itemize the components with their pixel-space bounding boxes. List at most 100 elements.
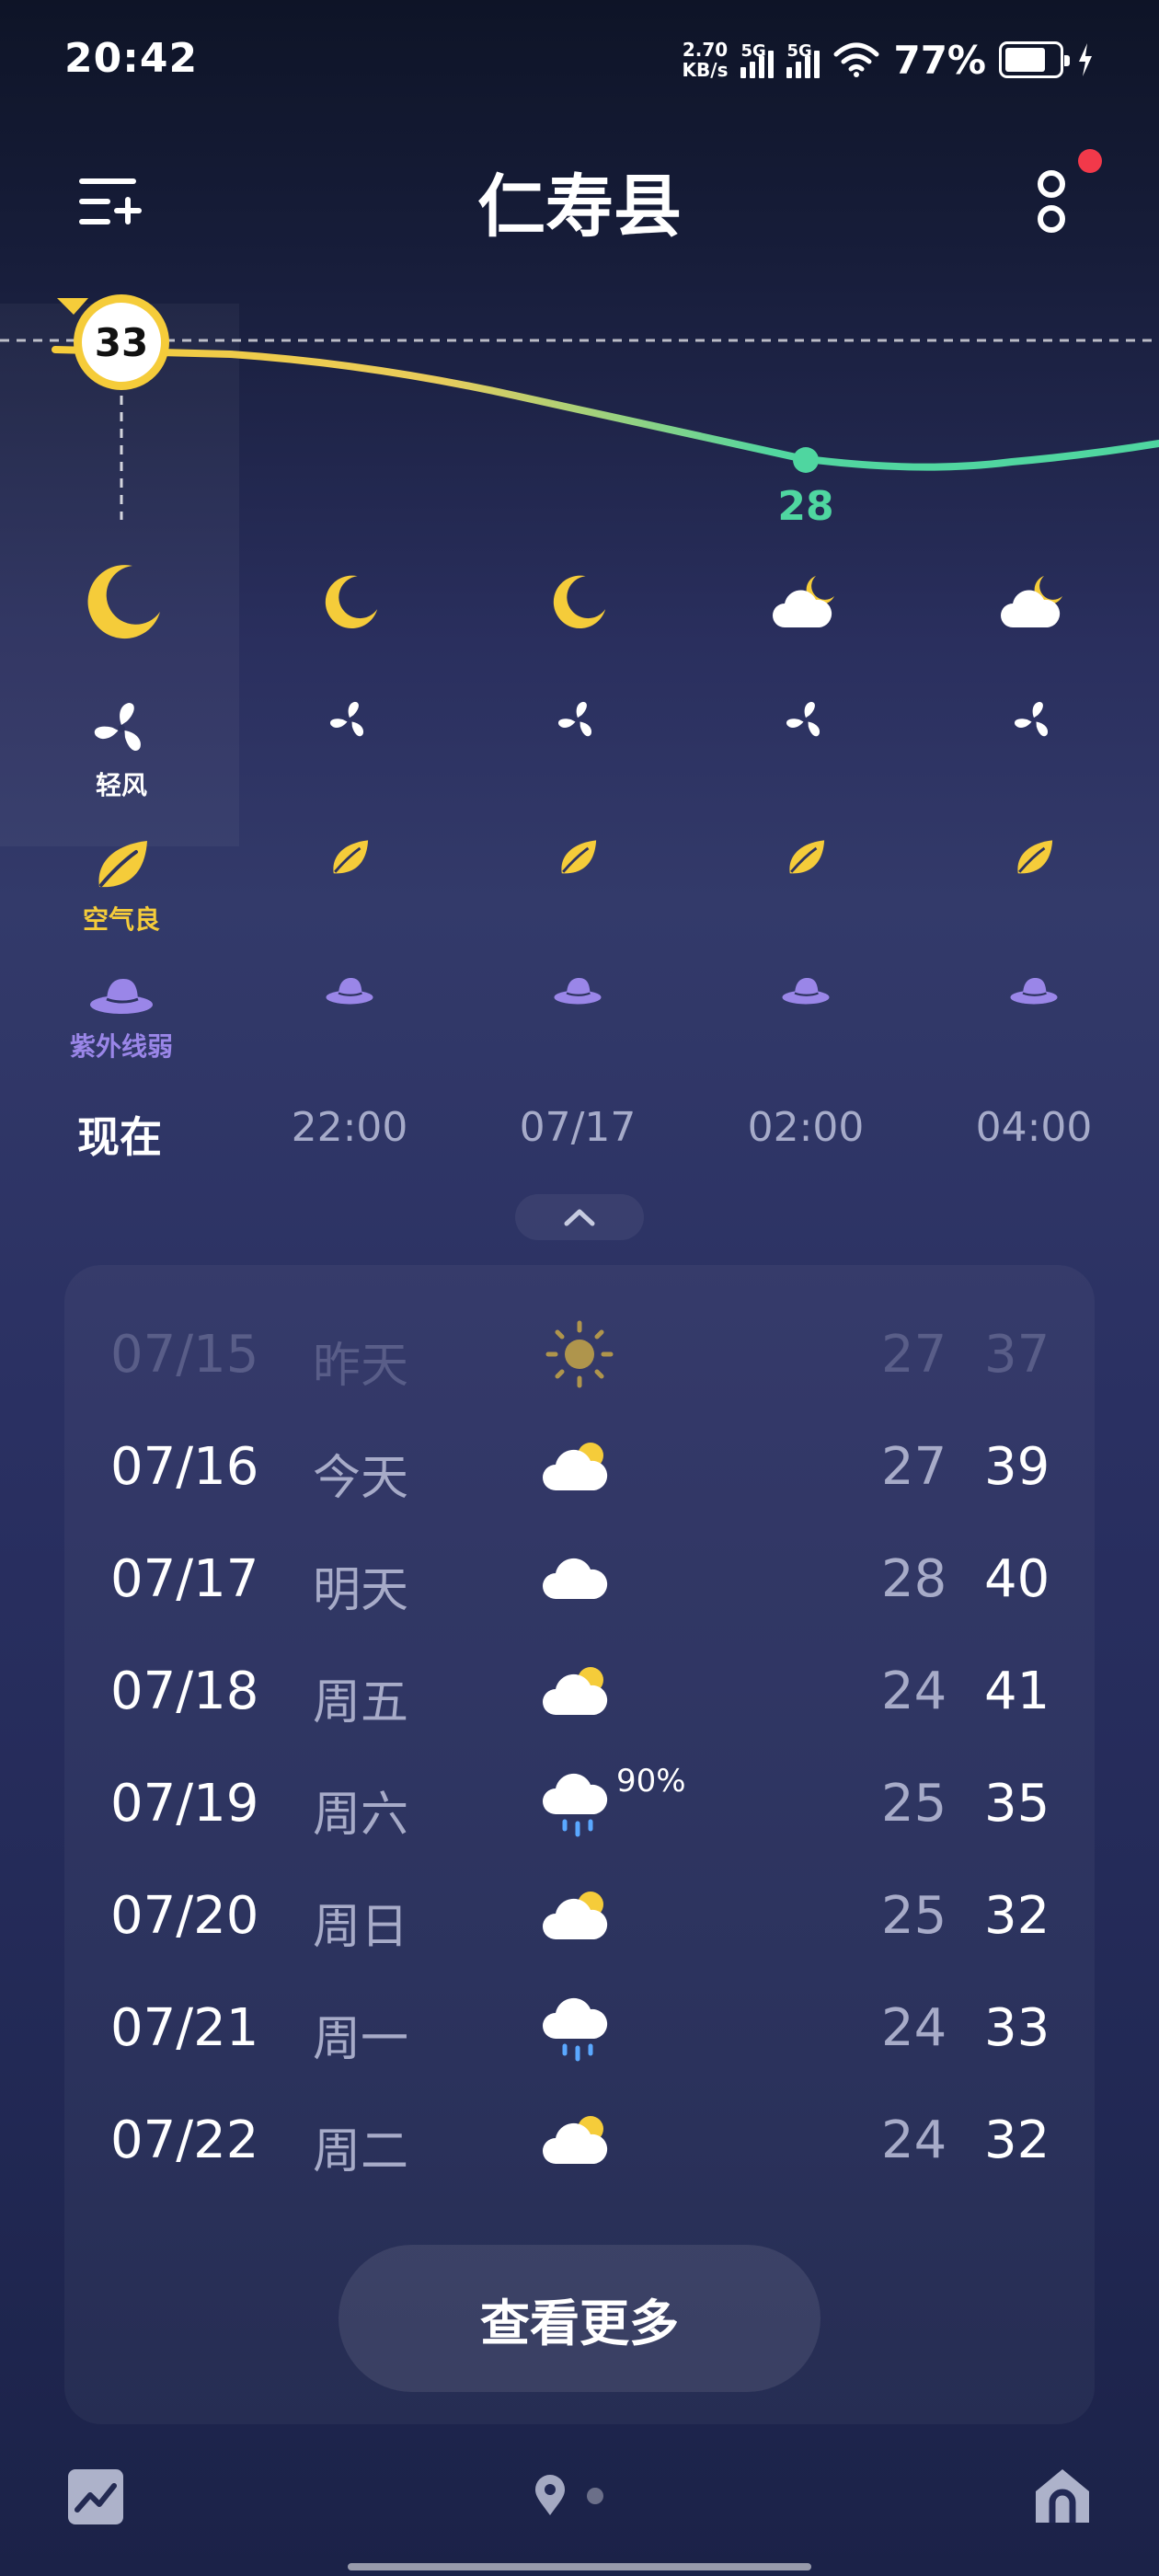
day-name: 周二: [313, 2124, 409, 2179]
hour-condition-0200: [691, 552, 921, 653]
leaf-icon: [98, 841, 147, 888]
home-icon[interactable]: [1032, 2466, 1093, 2526]
wind-fan-icon: [94, 703, 141, 751]
day-high-temp: 39: [984, 1437, 1050, 1497]
min-temp-point: [793, 447, 819, 473]
daily-row-today[interactable]: 07/16 今天 27 39: [64, 1409, 1095, 1522]
uv-0717: [463, 975, 693, 1086]
day-date: 07/21: [110, 1998, 259, 2058]
min-temp-value: 28: [777, 483, 833, 530]
partly-cloudy-icon: [543, 2116, 608, 2164]
day-low-temp: 24: [881, 1662, 947, 1721]
wind-2200: [235, 699, 465, 810]
uv-label: 紫外线弱: [69, 1031, 173, 1062]
leaf-icon: [333, 840, 369, 874]
wind-0717: [463, 699, 693, 810]
moon-icon: [87, 565, 160, 639]
hour-time-label: 07/17: [519, 1104, 637, 1151]
sun-hat-icon: [326, 978, 373, 1005]
gesture-navigation-bar[interactable]: [348, 2563, 811, 2570]
day-date: 07/18: [110, 1662, 259, 1721]
location-pin-icon[interactable]: [534, 2475, 567, 2517]
wind-0400: [919, 699, 1149, 810]
page-indicator-dot[interactable]: [587, 2488, 603, 2504]
day-high-temp: 32: [984, 2110, 1050, 2170]
battery-percentage: 77%: [893, 37, 986, 83]
sun-hat-icon: [1010, 978, 1058, 1005]
hour-condition-now: [6, 552, 236, 653]
partly-cloudy-icon: [543, 1667, 608, 1715]
sun-hat-icon: [90, 979, 153, 1014]
daily-row-tomorrow[interactable]: 07/17 明天 28 40: [64, 1522, 1095, 1634]
notification-dot: [1078, 149, 1102, 173]
partly-cloudy-icon: [543, 1443, 608, 1490]
wind-fan-icon: [558, 701, 592, 737]
daily-row-yesterday[interactable]: 07/15 昨天 27 37: [64, 1297, 1095, 1409]
network-speed: 2.70 KB/s: [683, 40, 729, 80]
leaf-icon: [789, 840, 825, 874]
day-name: 周日: [313, 1900, 409, 1955]
day-date: 07/16: [110, 1437, 259, 1497]
trend-chart-icon[interactable]: [66, 2467, 125, 2526]
view-more-button[interactable]: 查看更多: [339, 2245, 820, 2392]
sim2-label: 5G: [786, 41, 812, 61]
uv-now: 紫外线弱: [6, 975, 236, 1086]
wind-fan-icon: [786, 701, 820, 737]
hour-condition-0717: [463, 552, 693, 653]
rain-icon: [543, 1997, 608, 2062]
day-date: 07/19: [110, 1774, 259, 1834]
day-name: 昨天: [313, 1339, 409, 1394]
aqi-label: 空气良: [82, 904, 160, 935]
current-temp-value: 33: [95, 320, 148, 365]
sun-hat-icon: [554, 978, 602, 1005]
day-date: 07/17: [110, 1549, 259, 1609]
sun-icon: [545, 1320, 614, 1388]
cloudy-night-icon: [773, 576, 834, 627]
day-name: 周一: [313, 2012, 409, 2067]
daily-row-tue[interactable]: 07/22 周二 24 32: [64, 2083, 1095, 2195]
wind-now: 轻风: [6, 699, 236, 810]
network-speed-unit: KB/s: [682, 59, 729, 81]
hour-time-label: 22:00: [291, 1104, 408, 1151]
hour-condition-0400: [919, 552, 1149, 653]
hour-time-label: 02:00: [747, 1104, 865, 1151]
city-title: 仁寿县: [477, 167, 682, 247]
now-pointer: [57, 298, 88, 315]
aqi-now: 空气良: [6, 837, 236, 948]
collapse-hourly-button[interactable]: [515, 1194, 644, 1240]
day-high-temp: 32: [984, 1886, 1050, 1946]
day-high-temp: 35: [984, 1774, 1050, 1834]
day-date: 07/22: [110, 2110, 259, 2170]
aqi-0400: [919, 837, 1149, 948]
day-low-temp: 24: [881, 2110, 947, 2170]
charging-icon: [1079, 43, 1092, 76]
day-high-temp: 33: [984, 1998, 1050, 2058]
wind-label: 轻风: [95, 770, 147, 800]
battery-icon: [999, 41, 1070, 78]
more-options-icon[interactable]: [1028, 166, 1074, 239]
daily-row-mon[interactable]: 07/21 周一 24 33: [64, 1971, 1095, 2083]
rain-icon: [543, 1773, 608, 1837]
daily-row-fri[interactable]: 07/18 周五 24 41: [64, 1634, 1095, 1746]
cloud-icon: [543, 1558, 608, 1599]
day-low-temp: 24: [881, 1998, 947, 2058]
day-low-temp: 27: [881, 1437, 947, 1497]
daily-row-sun[interactable]: 07/20 周日 25 32: [64, 1858, 1095, 1971]
daily-row-sat[interactable]: 07/19 周六 90% 25 35: [64, 1746, 1095, 1858]
signal-icon-sim1: 5G: [740, 41, 775, 78]
day-high-temp: 40: [984, 1549, 1050, 1609]
sun-hat-icon: [782, 978, 830, 1005]
day-high-temp: 41: [984, 1662, 1050, 1721]
hour-time-label: 04:00: [975, 1104, 1093, 1151]
partly-cloudy-icon: [543, 1892, 608, 1939]
day-name: 周六: [313, 1788, 409, 1843]
aqi-2200: [235, 837, 465, 948]
day-high-temp: 37: [984, 1325, 1050, 1385]
moon-icon: [553, 575, 606, 629]
temperature-curve: [52, 346, 1159, 471]
uv-2200: [235, 975, 465, 1086]
leaf-icon: [1017, 840, 1053, 874]
cloudy-night-icon: [1001, 576, 1062, 627]
hour-time-now: 现在: [77, 1112, 162, 1162]
day-low-temp: 27: [881, 1325, 947, 1385]
